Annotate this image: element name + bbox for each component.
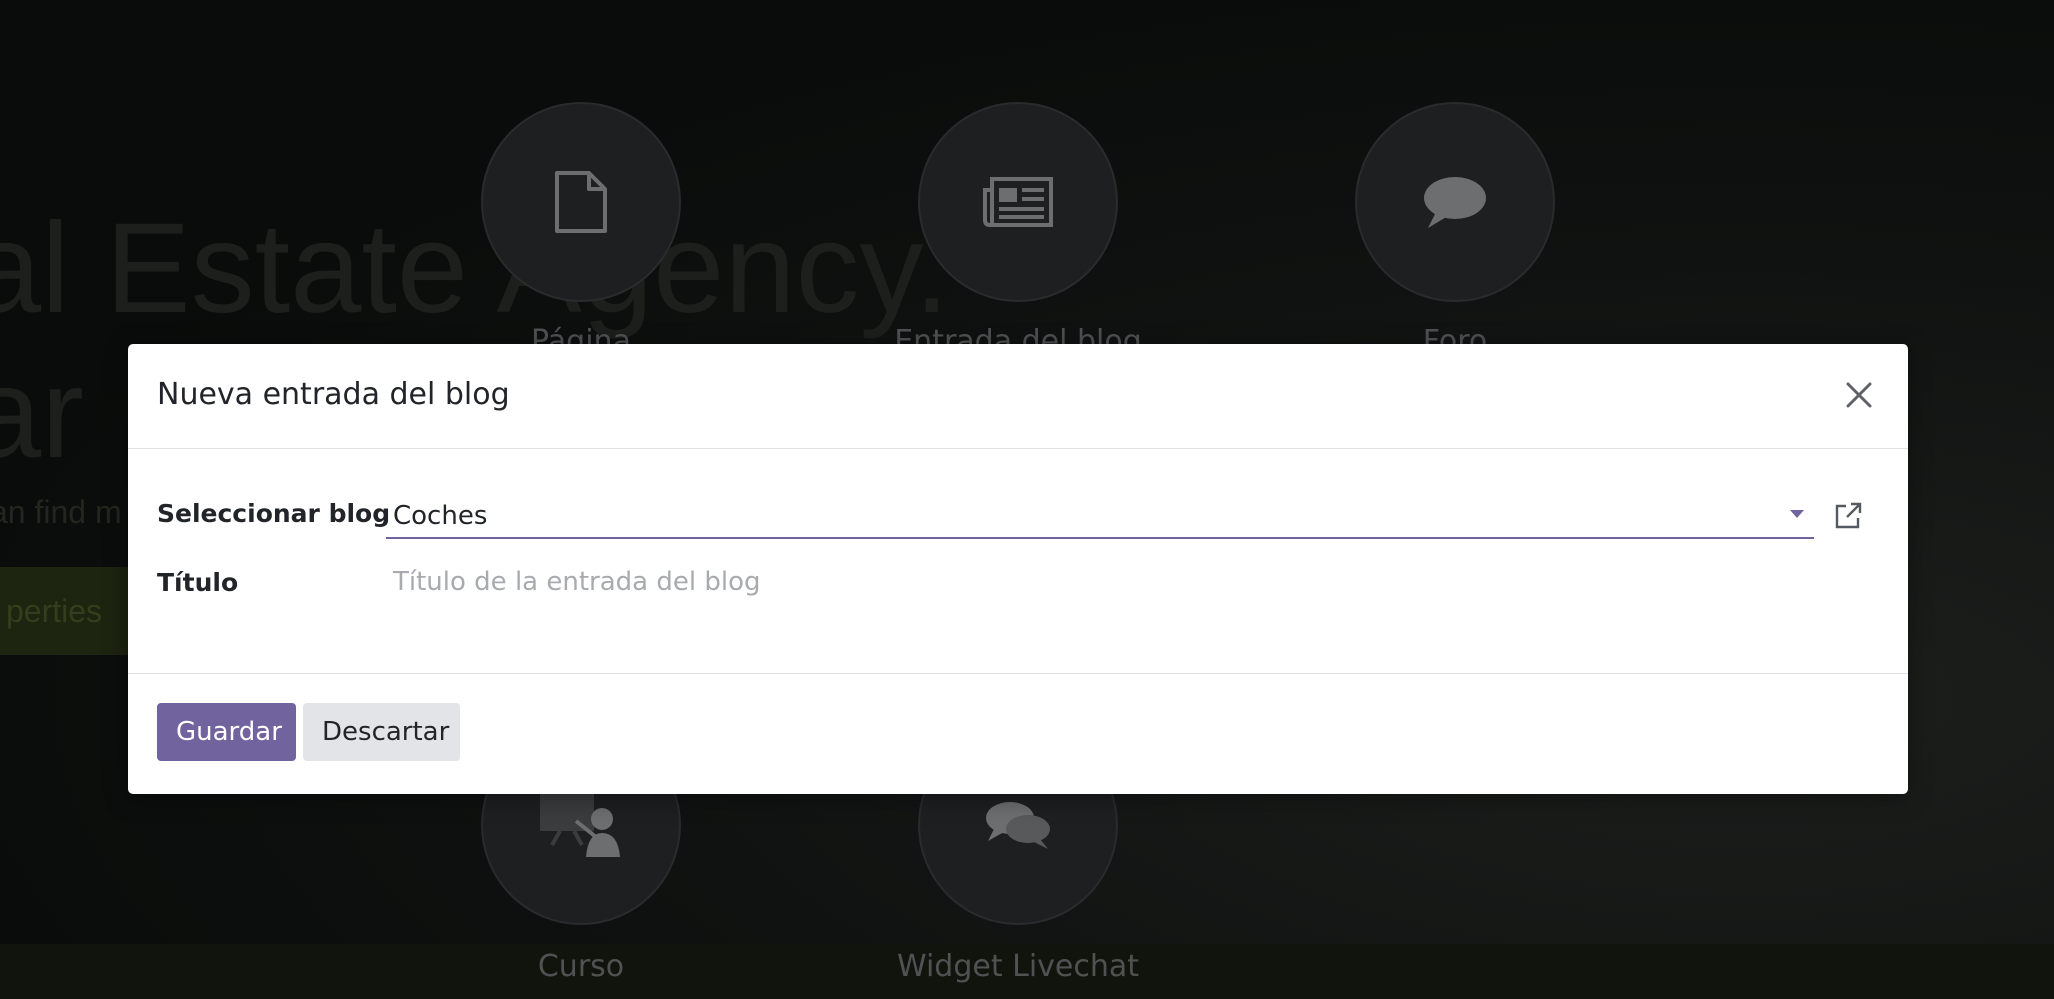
dialog-header: Nueva entrada del blog: [128, 344, 1908, 449]
comment-icon: [1424, 177, 1486, 228]
hero-properties-button: perties: [0, 567, 130, 655]
blog-select[interactable]: Coches: [386, 493, 1814, 539]
title-input[interactable]: [386, 559, 1814, 605]
title-field-label: Título: [157, 568, 239, 597]
presentation-icon: [540, 793, 620, 857]
content-type-circle: [918, 102, 1118, 302]
file-icon: [555, 171, 607, 233]
external-link-icon[interactable]: [1833, 501, 1863, 531]
close-icon[interactable]: [1840, 376, 1878, 414]
content-type-label: Widget Livechat: [896, 949, 1140, 984]
save-button[interactable]: Guardar: [157, 703, 296, 761]
hero-heading-line-2: ar: [0, 342, 84, 485]
comments-icon: [986, 802, 1050, 849]
content-type-forum: Foro: [1355, 102, 1555, 359]
dialog-footer: Guardar Descartar: [128, 674, 1908, 795]
content-type-label: Curso: [537, 949, 625, 984]
new-blog-post-dialog: Nueva entrada del blog Seleccionar blog …: [128, 344, 1908, 794]
caret-down-icon[interactable]: [1790, 510, 1804, 518]
newspaper-icon: [983, 177, 1053, 227]
discard-button[interactable]: Descartar: [303, 703, 460, 761]
hero-subtitle: an find m: [0, 494, 122, 530]
dialog-body: Seleccionar blog Coches Título: [128, 449, 1908, 674]
blog-select-value: Coches: [393, 501, 488, 531]
blog-select-label: Seleccionar blog: [157, 499, 391, 528]
content-type-page: Página: [481, 102, 681, 359]
hero-heading-line-1: al Estate Agency.: [0, 197, 950, 340]
content-type-circle: [1355, 102, 1555, 302]
content-type-blog-post: Entrada del blog: [894, 102, 1142, 359]
dialog-title: Nueva entrada del blog: [157, 377, 510, 412]
content-type-circle: [481, 102, 681, 302]
